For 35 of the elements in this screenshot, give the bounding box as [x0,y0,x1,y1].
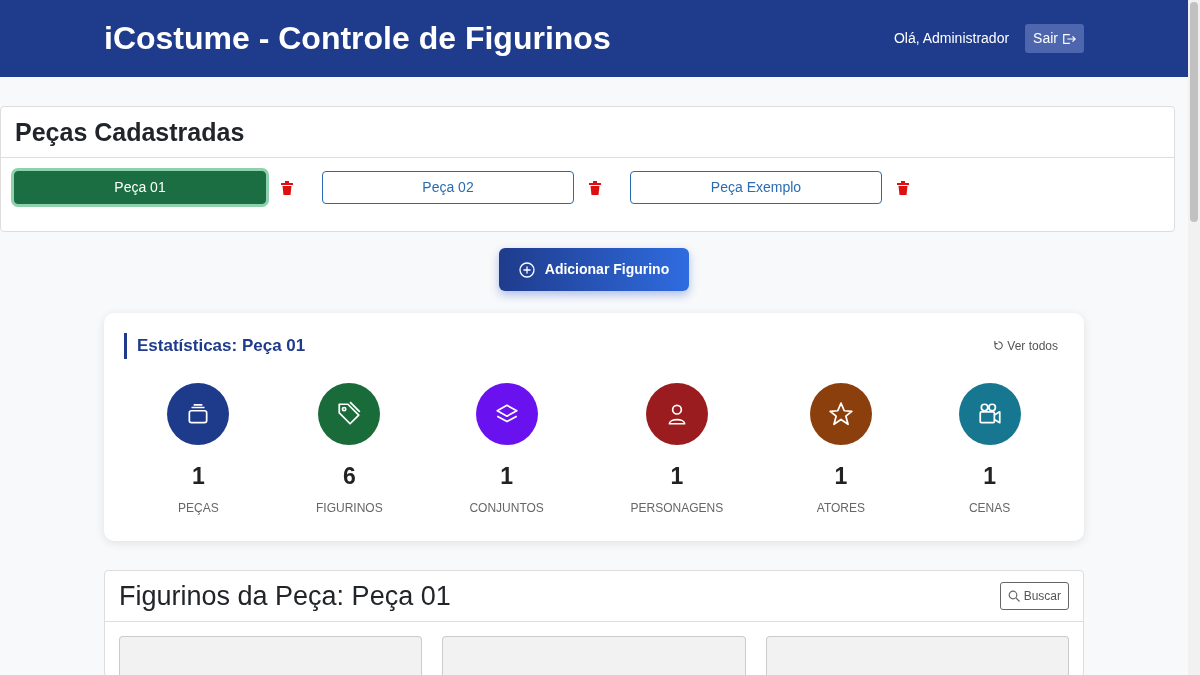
scrollbar[interactable] [1188,0,1200,675]
search-icon [1007,590,1020,603]
refresh-icon [993,340,1005,352]
stat-value: 1 [500,461,513,491]
panel-title: Peças Cadastradas [15,117,246,147]
panel-title: Figurinos da Peça: Peça 01 [119,580,451,613]
trash-icon [896,180,910,195]
stat-value: 1 [191,461,205,491]
play-button[interactable]: Peça 01 [14,171,266,204]
stat-label: ATORES [816,500,866,517]
play-button[interactable]: Peça Exemplo [630,171,882,204]
trash-icon [280,180,294,195]
stat-label: PEÇAS [178,500,219,517]
stat-value: 1 [670,461,684,491]
stat-label: CONJUNTOS [469,500,544,517]
play-button[interactable]: Peça 02 [322,171,574,204]
stat-value: 1 [983,461,996,491]
view-all-link[interactable]: Ver todos [987,335,1064,356]
stat-label: FIGURINOS [316,500,383,517]
stat-value: 1 [834,461,848,491]
tag-icon [336,400,363,427]
star-icon [827,400,854,427]
add-costume-button[interactable]: Adicionar Figurino [498,248,690,291]
logout-icon [1062,31,1076,46]
stats-title: Estatísticas: Peça 01 [124,333,306,359]
trash-icon [588,180,602,195]
plus-circle-icon [518,261,535,278]
stat-label: PERSONAGENS [630,500,724,517]
logout-button[interactable]: Sair [1025,24,1084,53]
stat-label: CENAS [968,500,1011,517]
greeting-text: Olá, Administrador [893,29,1010,48]
search-button[interactable]: Buscar [999,582,1069,611]
stat-value: 6 [342,461,356,491]
app-title: iCostume - Controle de Figurinos [104,19,611,58]
video-camera-icon [976,400,1003,427]
